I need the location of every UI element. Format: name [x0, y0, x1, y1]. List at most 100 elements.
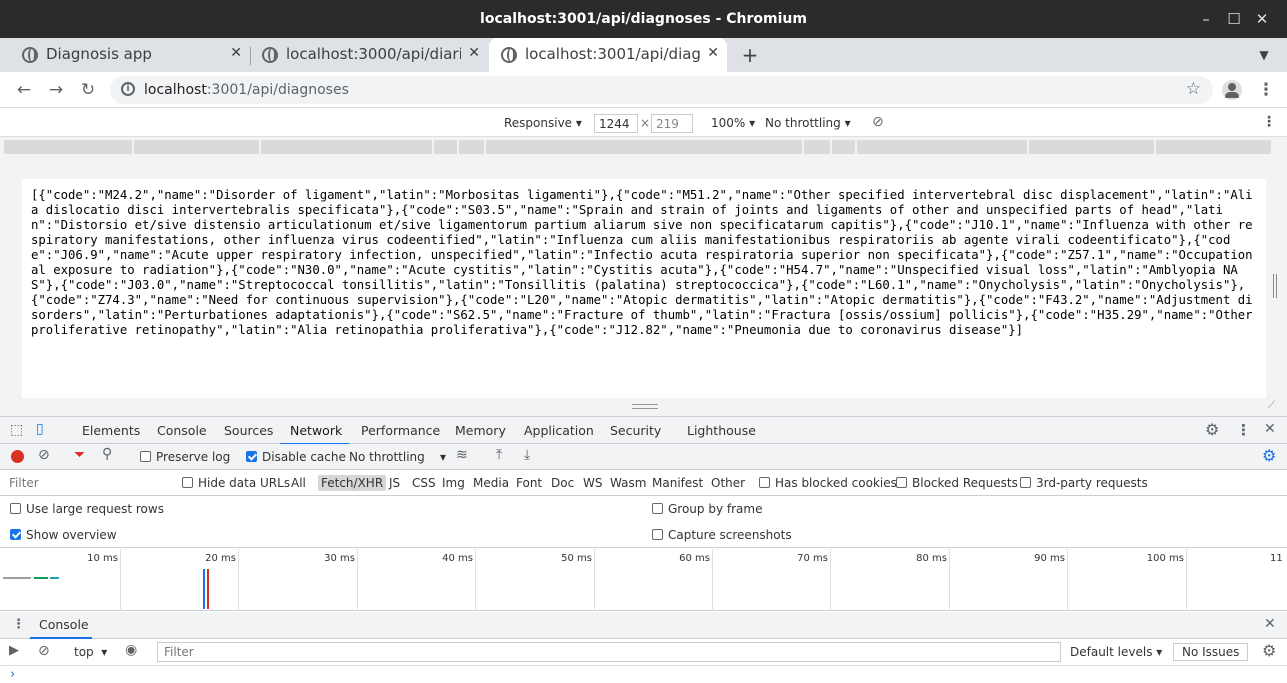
resize-handle-bottom[interactable]: [632, 404, 658, 409]
import-har-icon[interactable]: ⤒: [496, 447, 502, 463]
group-by-frame-checkbox[interactable]: Group by frame: [652, 502, 762, 516]
menu-kebab-icon[interactable]: ⋮: [1256, 80, 1276, 100]
type-wasm[interactable]: Wasm: [610, 476, 646, 490]
site-info-icon[interactable]: i: [121, 82, 135, 96]
console-prompt-icon[interactable]: ›: [10, 667, 15, 682]
filter-input[interactable]: Filter: [9, 476, 39, 490]
resize-handle-right[interactable]: [1273, 274, 1277, 298]
tab-search-icon[interactable]: ▼: [1254, 45, 1274, 65]
type-img[interactable]: Img: [442, 476, 465, 490]
large-request-rows-checkbox[interactable]: Use large request rows: [10, 502, 164, 516]
tab-diagnosis-app[interactable]: Diagnosis app ✕: [10, 38, 250, 72]
close-window-icon[interactable]: ✕: [1252, 9, 1272, 29]
globe-icon: [22, 47, 38, 63]
inspect-element-icon[interactable]: ⬚: [10, 422, 23, 438]
drawer-menu-icon[interactable]: ⋮: [12, 617, 25, 632]
filter-funnel-icon[interactable]: ⏷: [74, 447, 85, 463]
type-other[interactable]: Other: [711, 476, 745, 490]
drawer-tab-console[interactable]: Console: [39, 617, 89, 632]
console-toolbar: ▶ ⊘ top ▾ ◉ Filter Default levels ▾ No I…: [0, 639, 1287, 666]
resize-corner-icon[interactable]: ⟋: [1268, 400, 1275, 411]
close-tab-icon[interactable]: ✕: [468, 45, 480, 61]
devtools-menu-icon[interactable]: ⋮: [1236, 421, 1251, 439]
live-expression-eye-icon[interactable]: ◉: [125, 642, 137, 658]
type-manifest[interactable]: Manifest: [652, 476, 703, 490]
tick-label: 30 ms: [324, 553, 355, 564]
maximize-icon[interactable]: ☐: [1224, 9, 1244, 29]
tick-label: 60 ms: [679, 553, 710, 564]
context-select[interactable]: top ▾: [74, 645, 107, 659]
minimize-icon[interactable]: –: [1196, 9, 1216, 29]
search-icon[interactable]: ⚲: [102, 446, 112, 462]
preserve-log-checkbox[interactable]: Preserve log: [140, 450, 230, 464]
globe-icon: [262, 47, 278, 63]
record-icon[interactable]: [11, 450, 24, 463]
reload-icon[interactable]: ↻: [78, 80, 98, 100]
third-party-requests-checkbox[interactable]: 3rd-party requests: [1020, 476, 1148, 490]
tab-network[interactable]: Network: [290, 423, 342, 438]
window-titlebar: localhost:3001/api/diagnoses - Chromium …: [0, 0, 1287, 38]
hide-data-urls-checkbox[interactable]: Hide data URLs: [182, 476, 290, 490]
tab-label: Diagnosis app: [46, 45, 152, 63]
network-overview-timeline[interactable]: 10 ms 20 ms 30 ms 40 ms 50 ms 60 ms 70 m…: [0, 549, 1287, 611]
emulated-viewport[interactable]: [{"code":"M24.2","name":"Disorder of lig…: [22, 179, 1266, 398]
issues-button[interactable]: No Issues: [1173, 643, 1249, 661]
device-more-icon[interactable]: ⋮: [1262, 114, 1276, 130]
type-ws[interactable]: WS: [583, 476, 602, 490]
tab-elements[interactable]: Elements: [82, 423, 140, 438]
viewport-height-input[interactable]: 219: [651, 114, 693, 133]
throttling-select[interactable]: No throttling ▾: [765, 116, 851, 130]
tab-security[interactable]: Security: [610, 423, 661, 438]
type-js[interactable]: JS: [389, 476, 400, 490]
type-all[interactable]: All: [291, 476, 306, 490]
device-toggle-icon[interactable]: ▯: [36, 421, 44, 437]
device-toolbar: Responsive ▾ 1244 × 219 100% ▾ No thrott…: [0, 109, 1287, 137]
network-settings-icon[interactable]: ⚙: [1262, 446, 1276, 465]
tab-diaries[interactable]: localhost:3000/api/diarie ✕: [250, 38, 488, 72]
disable-cache-checkbox[interactable]: Disable cache: [246, 450, 346, 464]
devtools-tabbar: ⬚ ▯ Elements Console Sources Network Per…: [0, 416, 1287, 445]
tab-application[interactable]: Application: [524, 423, 594, 438]
type-css[interactable]: CSS: [412, 476, 436, 490]
log-levels-select[interactable]: Default levels ▾: [1070, 645, 1162, 659]
bookmark-star-icon[interactable]: ☆: [1186, 79, 1201, 99]
clear-console-icon[interactable]: ⊘: [38, 643, 50, 659]
device-mode-select[interactable]: Responsive ▾: [504, 116, 582, 130]
rotate-icon[interactable]: ⊘: [872, 114, 884, 130]
tab-sources[interactable]: Sources: [224, 423, 273, 438]
blocked-requests-checkbox[interactable]: Blocked Requests: [896, 476, 1018, 490]
sidebar-toggle-icon[interactable]: ▶: [9, 643, 19, 658]
show-overview-checkbox[interactable]: Show overview: [10, 528, 117, 542]
capture-screenshots-checkbox[interactable]: Capture screenshots: [652, 528, 792, 542]
settings-gear-icon[interactable]: ⚙: [1205, 420, 1219, 439]
tab-lighthouse[interactable]: Lighthouse: [687, 423, 756, 438]
console-settings-icon[interactable]: ⚙: [1262, 641, 1276, 660]
tab-memory[interactable]: Memory: [455, 423, 506, 438]
type-font[interactable]: Font: [516, 476, 542, 490]
network-throttling-select[interactable]: No throttling ▾: [349, 450, 446, 464]
tab-console[interactable]: Console: [157, 423, 207, 438]
tab-performance[interactable]: Performance: [361, 423, 440, 438]
close-tab-icon[interactable]: ✕: [230, 45, 242, 61]
export-har-icon[interactable]: ⤓: [524, 447, 530, 463]
type-doc[interactable]: Doc: [551, 476, 574, 490]
new-tab-icon[interactable]: +: [740, 45, 760, 65]
address-bar[interactable]: i localhost:3001/api/diagnoses ☆: [110, 76, 1213, 104]
network-conditions-icon[interactable]: ≋: [456, 447, 468, 463]
console-filter-input[interactable]: Filter: [157, 642, 1061, 662]
tick-label: 70 ms: [797, 553, 828, 564]
has-blocked-cookies-checkbox[interactable]: Has blocked cookies: [759, 476, 897, 490]
type-fetch-xhr[interactable]: Fetch/XHR: [318, 475, 387, 491]
close-tab-icon[interactable]: ✕: [707, 45, 719, 61]
viewport-width-input[interactable]: 1244: [594, 114, 638, 133]
close-drawer-icon[interactable]: ✕: [1264, 616, 1276, 632]
back-icon[interactable]: ←: [14, 80, 34, 100]
close-devtools-icon[interactable]: ✕: [1264, 421, 1276, 437]
zoom-select[interactable]: 100% ▾: [711, 116, 755, 130]
load-event-marker: [207, 569, 209, 609]
clear-icon[interactable]: ⊘: [38, 447, 50, 463]
forward-icon[interactable]: →: [46, 80, 66, 100]
tab-diagnoses[interactable]: localhost:3001/api/diagno ✕: [489, 38, 727, 72]
type-media[interactable]: Media: [473, 476, 509, 490]
profile-avatar-icon[interactable]: [1222, 80, 1242, 100]
